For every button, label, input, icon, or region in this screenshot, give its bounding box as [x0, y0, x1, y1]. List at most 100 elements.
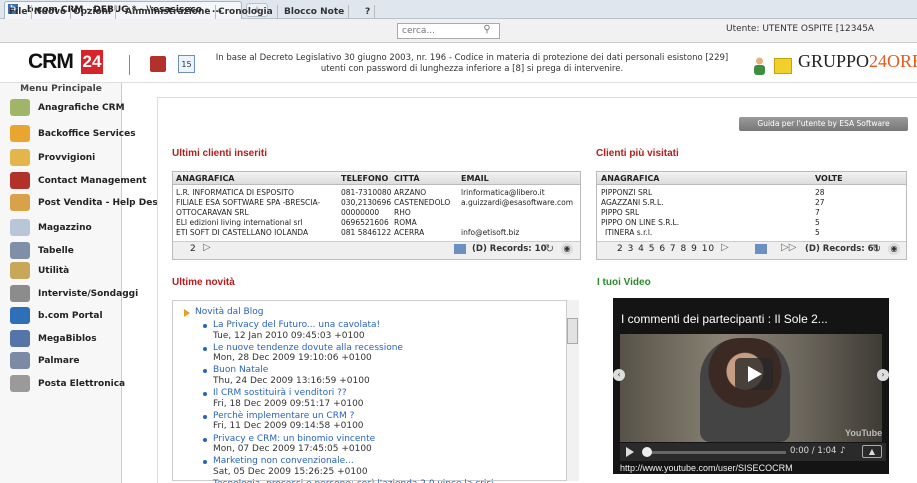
col-citta[interactable]: CITTÀ — [394, 174, 420, 183]
next-page-icon[interactable]: ▷ — [203, 242, 211, 253]
sidebar-item-contact-management[interactable]: Contact Management — [0, 170, 147, 192]
table-cell[interactable]: PIPPO SRL — [601, 208, 639, 217]
news-item-title[interactable]: Marketing non convenzionale... — [213, 456, 354, 466]
prev-video-icon[interactable]: ‹ — [613, 369, 625, 381]
small-play-icon[interactable] — [626, 447, 634, 457]
refresh-icon[interactable]: ↻ — [872, 242, 881, 255]
sidebar-item-anagrafiche-crm[interactable]: Anagrafiche CRM — [0, 97, 125, 119]
sidebar-item-interviste-sondaggi[interactable]: Interviste/Sondaggi — [0, 283, 138, 305]
search-icon[interactable]: ⚲ — [480, 24, 494, 38]
video-person — [700, 338, 790, 442]
table-cell: 0696521606 — [341, 218, 389, 227]
people-icon — [10, 99, 30, 116]
fullscreen-icon[interactable]: ▲ — [862, 445, 882, 458]
sidebar-item-palmare[interactable]: Palmare — [0, 350, 122, 372]
table-cell[interactable]: L.R. INFORMATICA DI ESPOSITO — [176, 188, 294, 197]
video-section-title: I tuoi Video — [597, 277, 651, 288]
col-anagrafica[interactable]: ANAGRAFICA — [601, 174, 660, 183]
last-page-icon[interactable]: ▷▷ — [781, 242, 796, 253]
sidebar-item-label: Provvigioni — [38, 153, 96, 163]
video-progress-bar[interactable] — [646, 451, 786, 454]
table-cell: ARZANO — [394, 188, 427, 197]
table-cell[interactable]: PIPPONZI SRL — [601, 188, 652, 197]
table-cell[interactable]: PIPPO ON LINE S.R.L. — [601, 218, 679, 227]
menu-opzioni[interactable]: Opzioni — [69, 5, 117, 19]
settings-icon[interactable]: ◉ — [888, 243, 900, 255]
table-icon — [10, 242, 30, 259]
table-cell[interactable]: ETI SOFT DI CASTELLANO IOLANDA — [176, 228, 308, 237]
sidebar-item-label: Palmare — [38, 356, 80, 366]
table-cell: 081-7310080 — [341, 188, 392, 197]
table-cell[interactable]: ITINERA s.r.l. — [605, 228, 652, 237]
table-cell: 081 5846122 — [341, 228, 392, 237]
sidebar-item-magazzino[interactable]: Magazzino — [0, 217, 122, 239]
table-cell[interactable]: OTTOCARAVAN SRL — [176, 208, 249, 217]
table-cell: ACERRA — [394, 228, 425, 237]
refresh-icon[interactable]: ↻ — [545, 242, 554, 255]
col-anagrafica[interactable]: ANAGRAFICA — [176, 174, 235, 183]
money-icon — [10, 149, 30, 166]
col-telefono[interactable]: TELEFONO — [341, 174, 388, 183]
box-icon — [10, 219, 30, 236]
video-progress-knob[interactable] — [642, 447, 652, 457]
table-cell: 27 — [815, 198, 825, 207]
menu-nuovo[interactable]: Nuovo — [30, 5, 72, 19]
news-item-title[interactable]: Privacy e CRM: un binomio vincente — [213, 434, 375, 444]
calendar-icon[interactable]: 15 — [178, 55, 195, 73]
news-item-title[interactable]: La Privacy del Futuro... una cavolata! — [213, 320, 380, 330]
sidebar-item-megabiblos[interactable]: MegaBiblos — [0, 328, 122, 350]
video-url[interactable]: http://www.youtube.com/user/SISECOCRM — [620, 463, 886, 473]
col-email[interactable]: EMAIL — [461, 174, 489, 183]
menu-help[interactable]: ? — [361, 5, 376, 19]
news-item-date: Fri, 11 Dec 2009 09:14:58 +0100 — [213, 421, 364, 432]
user-icon[interactable] — [753, 57, 766, 75]
youtube-brand[interactable]: YouTube — [845, 428, 882, 438]
notes-icon[interactable] — [774, 58, 792, 74]
sidebar-item-label: Post Vendita - Help Desk — [38, 198, 164, 208]
brand-part-a: GRUPPO — [798, 51, 870, 71]
blog-link[interactable]: Novità dal Blog — [195, 307, 263, 317]
menu-file[interactable]: File — [5, 5, 33, 19]
crm-logo-text: CRM — [28, 50, 74, 73]
news-item-title[interactable]: Le nuove tendenze dovute alla recessione — [213, 343, 403, 353]
col-volte[interactable]: VOLTE — [815, 174, 843, 183]
next-video-icon[interactable]: › — [877, 369, 889, 381]
table-cell: 28 — [815, 188, 825, 197]
user-guide-button[interactable]: Guida per l'utente by ESA Software — [739, 117, 908, 131]
sidebar-item-b-com-portal[interactable]: b.com Portal — [0, 305, 122, 327]
export-icon[interactable] — [755, 244, 767, 254]
sidebar-item-provvigioni[interactable]: Provvigioni — [0, 147, 122, 169]
sidebar-item-posta-elettronica[interactable]: Posta Elettronica — [0, 373, 125, 395]
sidebar-item-post-vendita-help-desk[interactable]: Post Vendita - Help Desk — [0, 192, 164, 214]
table-cell[interactable]: AGAZZANI S.R.L. — [601, 198, 664, 207]
menu-amministrazione[interactable]: Amministrazione — [121, 5, 216, 19]
news-item-title[interactable]: Tecnologia, processi e persone: così l'a… — [213, 479, 494, 483]
table-cell[interactable]: ELI edizioni living international srl — [176, 218, 303, 227]
news-item-title[interactable]: Perchè implementare un CRM ? — [213, 411, 354, 421]
top-pager[interactable]: 2 3 4 5 6 7 8 9 10 — [617, 244, 715, 254]
news-item-title[interactable]: Buon Natale — [213, 365, 268, 375]
menu-cronologia[interactable]: Cronologia — [214, 5, 278, 19]
play-icon[interactable] — [748, 366, 762, 382]
table-cell[interactable]: FILIALE ESA SOFTWARE SPA -BRESCIA- — [176, 198, 320, 207]
scroll-thumb[interactable] — [567, 318, 578, 344]
news-item-title[interactable]: Il CRM sostituirà i venditori ?? — [213, 388, 347, 398]
next-page-icon[interactable]: ▷ — [721, 242, 729, 253]
table-cell: 7 — [815, 208, 820, 217]
latest-pager[interactable]: 2 — [190, 244, 196, 254]
crm-logo-badge: 24 — [81, 50, 103, 74]
table-cell: 00000000 — [341, 208, 380, 217]
book-icon[interactable] — [150, 56, 166, 72]
export-icon[interactable] — [454, 244, 466, 254]
news-item-date: Fri, 18 Dec 2009 09:51:17 +0100 — [213, 398, 364, 409]
sidebar-item-backoffice-services[interactable]: Backoffice Services — [0, 123, 136, 145]
video-title[interactable]: I commenti dei partecipanti : Il Sole 2.… — [621, 312, 887, 326]
table-cell: 5 — [815, 228, 820, 237]
sidebar-item-label: Tabelle — [38, 246, 74, 256]
sidebar-item-utilit[interactable]: Utilità — [0, 260, 122, 282]
menu-blocco-note[interactable]: Blocco Note — [280, 5, 350, 19]
settings-icon[interactable]: ◉ — [561, 243, 573, 255]
news-item-date: Thu, 24 Dec 2009 13:16:59 +0100 — [213, 375, 370, 386]
sidebar-item-tabelle[interactable]: Tabelle — [0, 240, 122, 262]
volume-icon[interactable]: ♪ — [840, 446, 846, 456]
